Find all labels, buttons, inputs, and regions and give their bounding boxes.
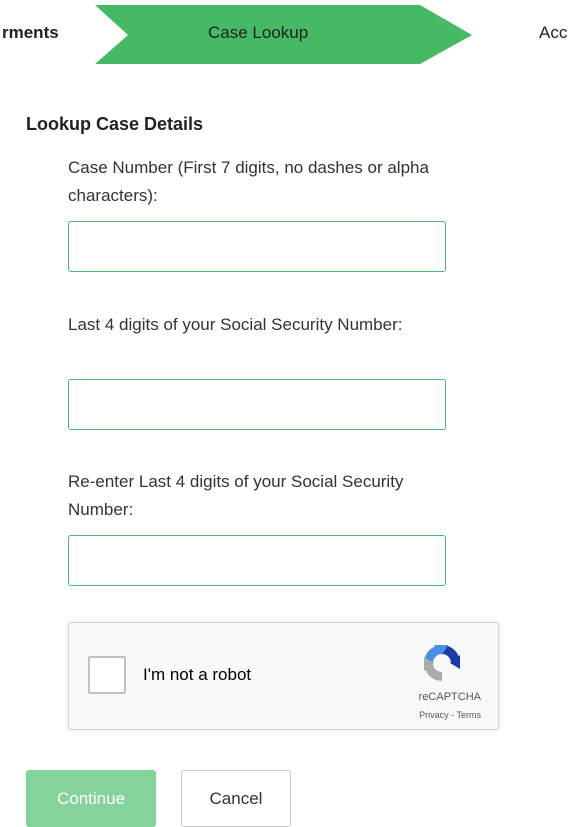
recaptcha-brand: reCAPTCHA	[418, 691, 481, 703]
recaptcha-link-separator: -	[448, 710, 457, 720]
ssn-last4-confirm-label: Re-enter Last 4 digits of your Social Se…	[68, 472, 404, 519]
continue-button[interactable]: Continue	[26, 770, 156, 827]
recaptcha-checkbox-label: I'm not a robot	[143, 665, 252, 684]
ssn-last4-input[interactable]	[68, 379, 446, 430]
section-title: Lookup Case Details	[26, 114, 204, 134]
recaptcha-links: Privacy - Terms	[419, 710, 481, 720]
recaptcha-checkbox[interactable]	[88, 656, 126, 694]
step-current: Case Lookup	[208, 23, 309, 42]
case-number-label: Case Number (First 7 digits, no dashes o…	[68, 158, 429, 205]
recaptcha-terms-link[interactable]: Terms	[457, 710, 482, 720]
recaptcha-logo-icon	[424, 645, 460, 681]
step-previous[interactable]: rments	[2, 22, 59, 44]
ssn-last4-confirm-input[interactable]	[68, 535, 446, 586]
recaptcha-privacy-link[interactable]: Privacy	[419, 710, 449, 720]
recaptcha-widget: I'm not a robot reCAPTCHA Privacy - Term…	[68, 622, 499, 730]
cancel-button[interactable]: Cancel	[181, 770, 291, 827]
progress-stepper: rments Case Lookup Acc	[0, 0, 569, 64]
case-number-input[interactable]	[68, 221, 446, 272]
step-next[interactable]: Acc	[539, 22, 567, 44]
ssn-last4-label: Last 4 digits of your Social Security Nu…	[68, 315, 403, 334]
